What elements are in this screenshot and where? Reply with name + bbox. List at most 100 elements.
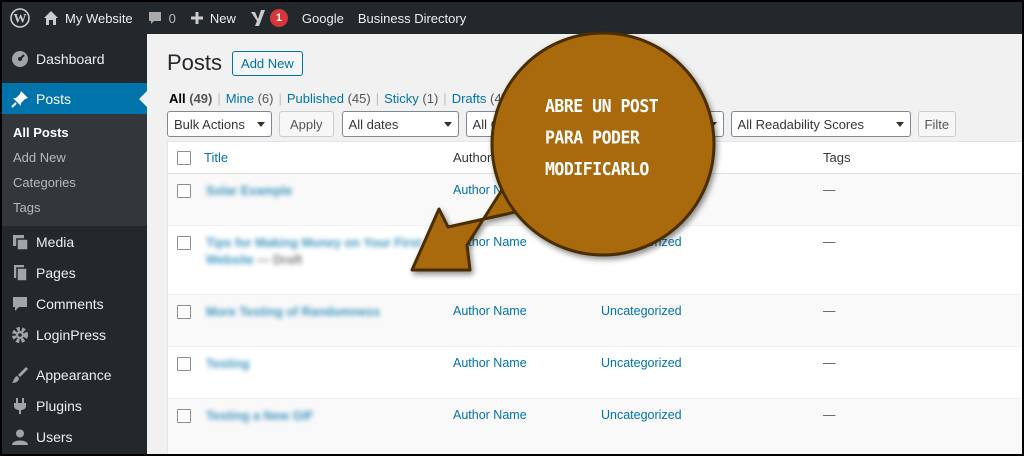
submenu-all-posts[interactable]: All Posts: [2, 120, 147, 145]
view-sticky[interactable]: Sticky (1): [384, 91, 438, 106]
sidebar-item-label: Pages: [36, 264, 76, 281]
chevron-down-icon: [895, 121, 904, 127]
column-author: Author: [453, 150, 492, 165]
business-directory-link[interactable]: Business Directory: [351, 2, 473, 34]
view-label: Sticky: [384, 91, 419, 106]
view-mine[interactable]: Mine (6): [226, 91, 274, 106]
readability-value: All Readability Scores: [737, 116, 864, 132]
sidebar-item-label: Posts: [36, 90, 72, 107]
tags-cell: —: [823, 356, 836, 370]
view-label: All: [169, 91, 186, 106]
pin-icon: [11, 90, 29, 108]
submenu-add-new[interactable]: Add New: [2, 145, 147, 170]
view-published[interactable]: Published (45): [287, 91, 371, 106]
apply-button[interactable]: Apply: [279, 111, 334, 137]
bulk-actions-value: Bulk Actions: [174, 116, 245, 132]
column-title[interactable]: Title: [204, 150, 228, 165]
brush-icon: [11, 366, 29, 384]
table-row: Testing a New GIF Author Name Uncategori…: [168, 399, 1022, 454]
gear-icon: [11, 326, 29, 344]
new-label: New: [209, 10, 236, 26]
media-icon: [11, 233, 29, 251]
filter-button[interactable]: Filte: [917, 111, 957, 137]
category-link[interactable]: Uncategorized: [601, 356, 682, 370]
author-link[interactable]: Author Na: [453, 183, 509, 197]
user-icon: [11, 428, 29, 446]
table-row: More Testing of Randomness Author Name U…: [168, 295, 1022, 347]
callout-text: ABRE UN POST PARA PODER MODIFICARLO: [545, 91, 685, 185]
post-title-link[interactable]: Testing a New GIF: [206, 408, 313, 425]
view-label: Drafts: [451, 91, 487, 106]
comments-count: 0: [168, 10, 176, 26]
admin-bar: W My Website 0 New 1 Google Business Dir…: [2, 2, 1022, 34]
sidebar-item-posts[interactable]: Posts: [2, 83, 147, 114]
plus-icon: [190, 11, 204, 25]
callout-line: MODIFICARLO: [545, 158, 649, 180]
svg-text:W: W: [14, 11, 27, 26]
sidebar-item-label: Users: [36, 428, 73, 445]
row-checkbox[interactable]: [177, 409, 191, 423]
category-link[interactable]: Uncategorized: [601, 235, 682, 249]
wordpress-logo-icon[interactable]: W: [4, 2, 36, 34]
chevron-down-icon: [443, 121, 452, 127]
submenu-tags[interactable]: Tags: [2, 195, 147, 220]
separator: |: [510, 91, 515, 106]
row-checkbox[interactable]: [177, 236, 191, 250]
row-checkbox[interactable]: [177, 184, 191, 198]
new-content-link[interactable]: New: [183, 2, 243, 34]
page-header: Posts Add New: [167, 50, 303, 76]
view-drafts[interactable]: Drafts (4): [452, 91, 506, 106]
dates-select[interactable]: All dates: [341, 111, 459, 137]
yoast-seo-menu[interactable]: 1: [243, 2, 295, 34]
category-link[interactable]: Uncategorized: [601, 408, 682, 422]
sidebar-item-media[interactable]: Media: [2, 226, 147, 257]
callout-line: ABRE UN POST: [545, 95, 659, 117]
category-link[interactable]: Uncategorized: [601, 304, 682, 318]
sidebar-item-users[interactable]: Users: [2, 421, 147, 452]
admin-sidebar: Dashboard Posts All Posts Add New Catego…: [2, 34, 147, 454]
google-label: Google: [301, 10, 344, 26]
sidebar-item-label: Comments: [36, 295, 104, 312]
bulk-actions-select[interactable]: Bulk Actions: [167, 111, 272, 137]
chevron-down-icon: [708, 121, 717, 127]
post-title-link[interactable]: More Testing of Randomness: [206, 304, 380, 321]
comments-link[interactable]: 0: [140, 2, 183, 34]
post-title-link[interactable]: Testing: [206, 356, 250, 373]
sidebar-item-loginpress[interactable]: LoginPress: [2, 319, 147, 350]
view-count: (49): [189, 91, 213, 106]
sidebar-item-dashboard[interactable]: Dashboard: [2, 43, 147, 74]
readability-select[interactable]: All Readability Scores: [730, 111, 911, 137]
page-title: Posts: [167, 50, 223, 75]
yoast-icon: [250, 9, 266, 27]
sidebar-item-comments[interactable]: Comments: [2, 288, 147, 319]
table-row: Tips for Making Money on Your First Webs…: [168, 226, 1022, 295]
add-new-button[interactable]: Add New: [232, 50, 303, 76]
row-checkbox[interactable]: [177, 305, 191, 319]
sidebar-item-label: Plugins: [36, 397, 82, 414]
submenu-categories[interactable]: Categories: [2, 170, 147, 195]
plug-icon: [11, 397, 29, 415]
author-link[interactable]: Author Name: [453, 235, 527, 249]
sidebar-item-plugins[interactable]: Plugins: [2, 390, 147, 421]
post-status-views: All (49) | Mine (6) | Published (45) | S…: [169, 91, 547, 106]
post-title-link[interactable]: Tips for Making Money on Your First Webs…: [206, 236, 421, 267]
view-count: (1): [422, 91, 439, 106]
comment-bubble-icon: [147, 10, 163, 26]
author-link[interactable]: Author Name: [453, 356, 527, 370]
author-link[interactable]: Author Name: [453, 304, 527, 318]
google-link[interactable]: Google: [295, 2, 351, 34]
site-name-link[interactable]: My Website: [36, 2, 140, 34]
author-link[interactable]: Author Name: [453, 408, 527, 422]
dates-value: All dates: [348, 116, 399, 132]
sidebar-item-pages[interactable]: Pages: [2, 257, 147, 288]
tags-cell: —: [823, 235, 836, 249]
select-all-checkbox[interactable]: [177, 151, 191, 165]
row-checkbox[interactable]: [177, 357, 191, 371]
view-cornerstone[interactable]: Corn: [519, 91, 547, 106]
sidebar-item-appearance[interactable]: Appearance: [2, 359, 147, 390]
separator: |: [375, 91, 380, 106]
post-title-link[interactable]: Solar Example: [206, 183, 292, 200]
tags-cell: —: [823, 183, 836, 197]
sidebar-item-label: Appearance: [36, 366, 112, 383]
view-all[interactable]: All (49): [169, 91, 212, 106]
